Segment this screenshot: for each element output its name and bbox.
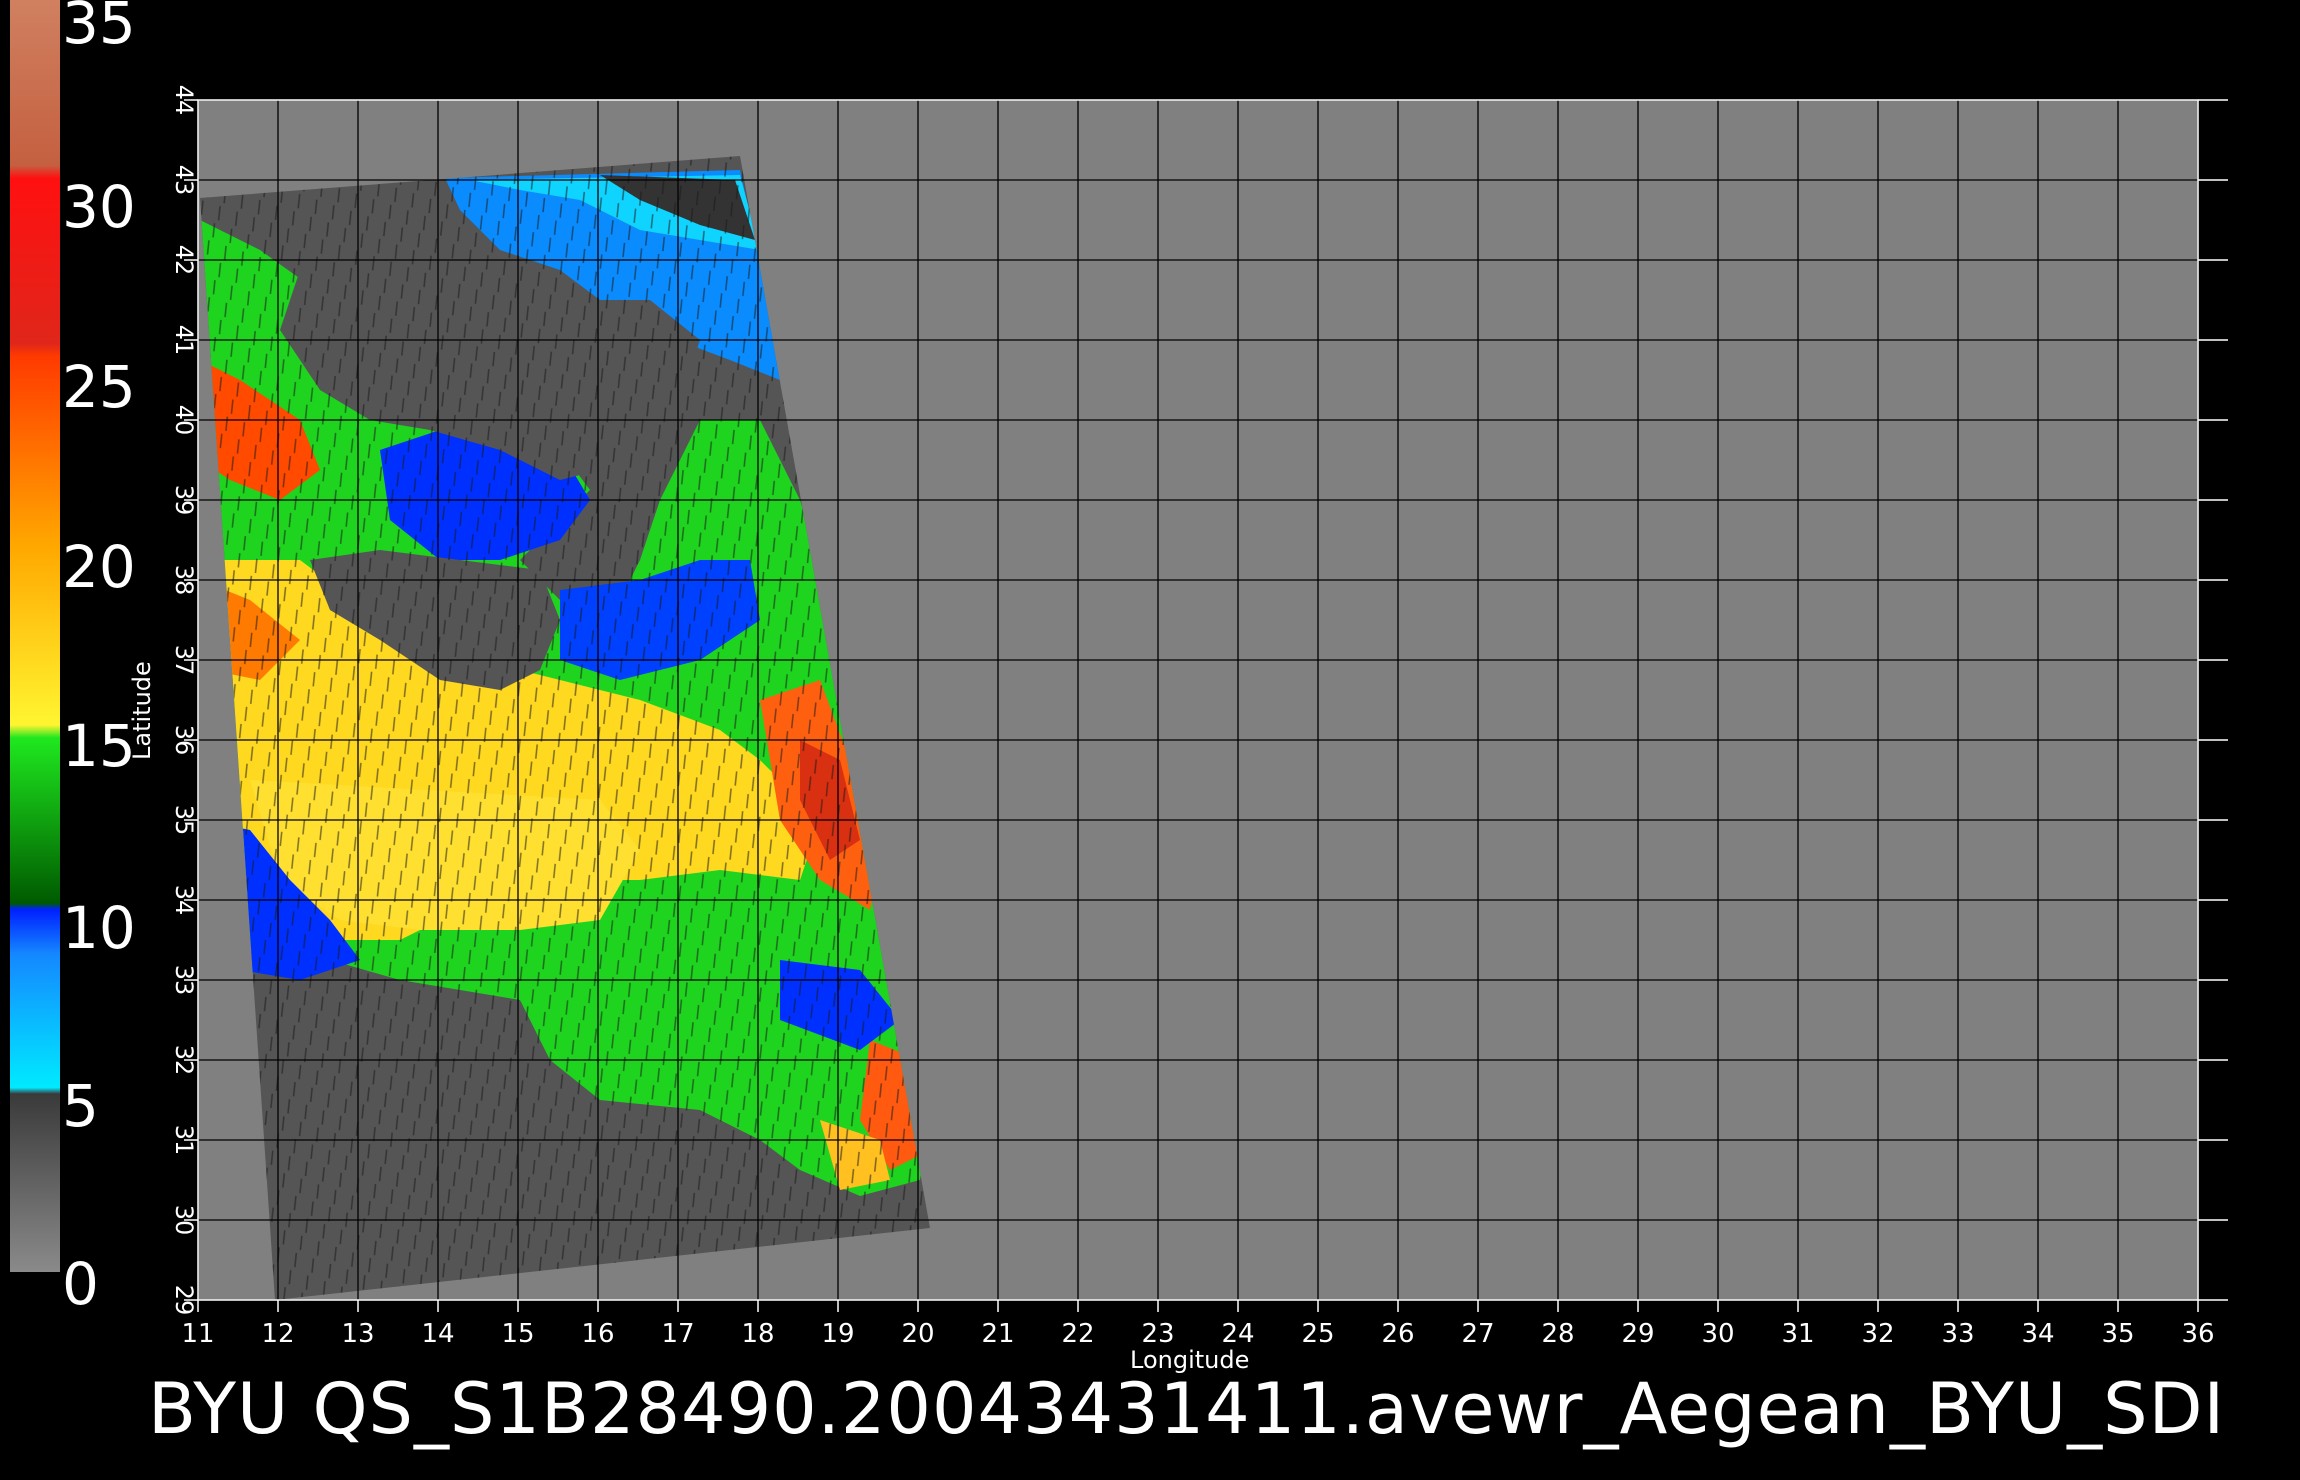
colorbar-label: 30 — [62, 173, 136, 241]
y-axis-title: Latitude — [128, 661, 156, 760]
x-tick-label: 31 — [1781, 1319, 1814, 1349]
x-tick-label: 11 — [181, 1319, 214, 1349]
x-tick-label: 32 — [1861, 1319, 1894, 1349]
x-tick-label: 21 — [981, 1319, 1014, 1349]
x-tick-label: 20 — [901, 1319, 934, 1349]
x-tick-label: 35 — [2101, 1319, 2134, 1349]
colorbar-label: 15 — [62, 712, 136, 780]
wind-map-figure: 11 12 13 14 15 16 17 18 19 20 21 22 23 24 25 26 27 28 29 30… — [10, 0, 2228, 1349]
y-tick-label: 33 — [170, 965, 198, 996]
figure-caption: BYU QS_S1B28490.20043431411.avewr_Aegean… — [148, 1368, 2226, 1450]
y-tick-label: 31 — [170, 1125, 198, 1156]
x-tick-label: 28 — [1541, 1319, 1574, 1349]
y-tick-label: 29 — [170, 1285, 198, 1316]
x-tick-label: 23 — [1141, 1319, 1174, 1349]
x-tick-label: 30 — [1701, 1319, 1734, 1349]
y-tick-label: 35 — [170, 805, 198, 836]
x-tick-label: 22 — [1061, 1319, 1094, 1349]
y-tick-label: 30 — [170, 1205, 198, 1236]
x-tick-label: 24 — [1221, 1319, 1254, 1349]
x-tick-label: 15 — [501, 1319, 534, 1349]
y-tick-label: 39 — [170, 485, 198, 516]
x-tick-label: 18 — [741, 1319, 774, 1349]
map-panel: 11 12 13 14 15 16 17 18 19 20 21 22 23 24 25 26 27 28 29 30… — [170, 85, 2228, 1349]
y-tick-label: 34 — [170, 885, 198, 916]
colorbar — [10, 0, 60, 1272]
x-tick-label: 14 — [421, 1319, 454, 1349]
x-tick-label: 13 — [341, 1319, 374, 1349]
y-tick-label: 40 — [170, 405, 198, 436]
y-tick-label: 42 — [170, 245, 198, 276]
y-tick-label: 32 — [170, 1045, 198, 1076]
colorbar-label: 20 — [62, 533, 136, 601]
x-axis-ticks: 11 12 13 14 15 16 17 18 19 20 21 22 23 24 25 26 27 28 29 30… — [181, 1300, 2215, 1349]
x-tick-label: 29 — [1621, 1319, 1654, 1349]
y-tick-label: 37 — [170, 645, 198, 676]
x-tick-label: 17 — [661, 1319, 694, 1349]
x-tick-label: 16 — [581, 1319, 614, 1349]
y-tick-label: 44 — [170, 85, 198, 116]
x-tick-label: 12 — [261, 1319, 294, 1349]
x-tick-label: 26 — [1381, 1319, 1414, 1349]
colorbar-label: 35 — [62, 0, 136, 57]
x-tick-label: 33 — [1941, 1319, 1974, 1349]
x-tick-label: 27 — [1461, 1319, 1494, 1349]
colorbar-label: 5 — [62, 1072, 99, 1140]
y-tick-label: 43 — [170, 165, 198, 196]
colorbar-label: 10 — [62, 894, 136, 962]
x-tick-label: 19 — [821, 1319, 854, 1349]
x-tick-label: 36 — [2181, 1319, 2214, 1349]
y-tick-label: 41 — [170, 325, 198, 356]
x-tick-label: 25 — [1301, 1319, 1334, 1349]
colorbar-label: 25 — [62, 353, 136, 421]
y-tick-label: 38 — [170, 565, 198, 596]
x-tick-label: 34 — [2021, 1319, 2054, 1349]
colorbar-label: 0 — [62, 1250, 99, 1318]
y-tick-label: 36 — [170, 725, 198, 756]
